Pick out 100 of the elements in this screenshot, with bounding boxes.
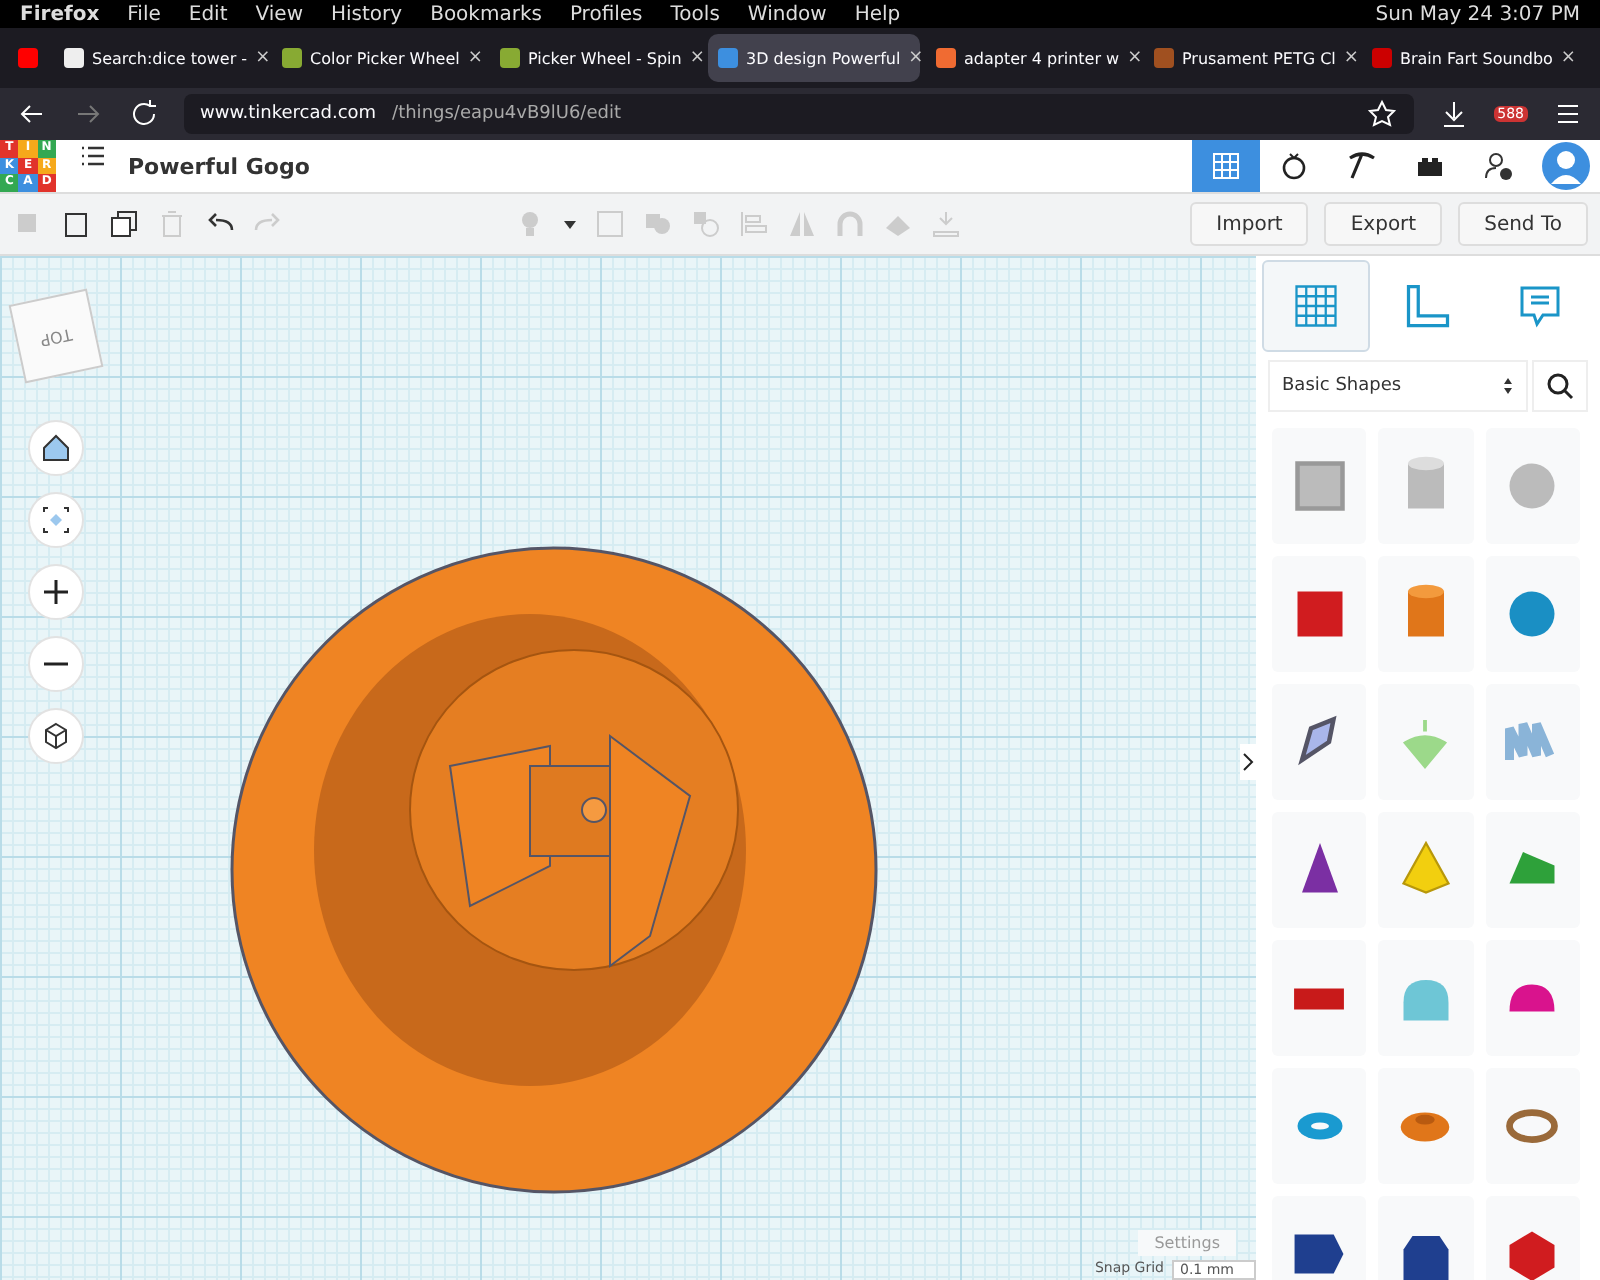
tab-title: 3D design Powerful bbox=[746, 49, 901, 67]
panel-tool-tab[interactable] bbox=[1262, 260, 1370, 352]
star-icon bbox=[1365, 98, 1398, 130]
home-view-button[interactable] bbox=[28, 420, 84, 476]
pickaxe-icon bbox=[1346, 150, 1378, 182]
browser-tab[interactable]: 3D design Powerful × bbox=[708, 34, 920, 82]
search-icon bbox=[1544, 370, 1576, 402]
clock: Sun May 24 3:07 PM bbox=[1375, 3, 1580, 25]
favicon-icon bbox=[282, 48, 302, 68]
shape-tile[interactable] bbox=[1378, 812, 1474, 928]
collapse-panel-icon[interactable] bbox=[1240, 744, 1256, 780]
shape-category-select[interactable]: Basic Shapes bbox=[1268, 360, 1528, 412]
toolbar-button[interactable]: Send To bbox=[1458, 202, 1588, 246]
shape-tile[interactable] bbox=[1272, 428, 1367, 544]
shape-tile[interactable] bbox=[1272, 1068, 1367, 1184]
grid-icon bbox=[1210, 150, 1242, 182]
shape-tile[interactable] bbox=[1378, 1068, 1474, 1184]
favicon-icon bbox=[1154, 48, 1174, 68]
spinning-top-icon bbox=[1402, 715, 1449, 769]
zoom-out-button[interactable] bbox=[28, 636, 84, 692]
fit-icon bbox=[40, 504, 72, 536]
shape-tile[interactable] bbox=[1485, 1196, 1580, 1280]
home-icon bbox=[40, 432, 72, 464]
wedge-shape-icon bbox=[1292, 1232, 1347, 1276]
browser-tab[interactable]: Color Picker Wheel × bbox=[272, 34, 484, 82]
shape-tile[interactable] bbox=[1378, 684, 1474, 800]
design-title[interactable]: Powerful Gogo bbox=[128, 153, 310, 179]
plus-icon bbox=[40, 576, 72, 608]
menu-item[interactable]: View bbox=[255, 3, 303, 25]
toolbar-button[interactable]: Export bbox=[1324, 202, 1443, 246]
close-tab-button[interactable]: × bbox=[908, 48, 924, 68]
workplane-icon bbox=[1290, 280, 1342, 332]
close-tab-button[interactable]: × bbox=[467, 48, 483, 68]
toolbar-button[interactable]: Import bbox=[1190, 202, 1309, 246]
magnet-icon bbox=[833, 208, 866, 240]
tab-title: Picker Wheel - Spin bbox=[528, 49, 682, 67]
browser-tab[interactable]: Search:dice tower - × bbox=[54, 34, 266, 82]
menu-item[interactable]: File bbox=[127, 3, 161, 25]
shape-tile[interactable] bbox=[1272, 556, 1367, 672]
align-icon bbox=[737, 208, 770, 240]
shape-tile[interactable] bbox=[1272, 940, 1367, 1056]
tab-title: Brain Fart Soundbo bbox=[1400, 49, 1553, 67]
search-button[interactable] bbox=[1532, 360, 1588, 412]
shape-tile[interactable] bbox=[1485, 1068, 1580, 1184]
favicon-icon bbox=[718, 48, 738, 68]
browser-tab[interactable]: Picker Wheel - Spin × bbox=[490, 34, 702, 82]
tab-title: adapter 4 printer w bbox=[964, 49, 1120, 67]
menu-item[interactable]: Bookmarks bbox=[430, 3, 542, 25]
menu-item[interactable]: Window bbox=[747, 3, 827, 25]
add-user-icon bbox=[1482, 150, 1514, 182]
tab-title: Search:dice tower - bbox=[92, 49, 248, 67]
tab-title: Prusament PETG Cl bbox=[1182, 49, 1336, 67]
close-tab-button[interactable]: × bbox=[255, 48, 271, 68]
cube-icon bbox=[40, 720, 72, 752]
menu-item[interactable]: Profiles bbox=[569, 3, 643, 25]
favicon-icon bbox=[500, 48, 520, 68]
figure-icon bbox=[1278, 150, 1310, 182]
duplicate-icon bbox=[108, 208, 140, 240]
shape-tile[interactable] bbox=[1272, 812, 1367, 928]
shapes-icon bbox=[641, 208, 674, 240]
close-tab-button[interactable]: × bbox=[1560, 48, 1576, 68]
shape-tile[interactable] bbox=[1378, 940, 1474, 1056]
close-tab-button[interactable]: × bbox=[1343, 48, 1359, 68]
menu-item[interactable]: Tools bbox=[670, 3, 720, 25]
shape-tile[interactable] bbox=[1272, 1196, 1367, 1280]
browser-tab[interactable]: Brain Fart Soundbo × bbox=[1362, 34, 1574, 82]
projection-button[interactable] bbox=[28, 708, 84, 764]
shape-tile[interactable] bbox=[1485, 684, 1580, 800]
group-icon bbox=[593, 208, 626, 240]
menu-item[interactable]: Help bbox=[854, 3, 901, 25]
shape-tile[interactable] bbox=[1378, 556, 1474, 672]
favicon-icon bbox=[18, 48, 38, 68]
disc-model-drawing[interactable] bbox=[230, 546, 878, 1194]
zoom-in-button[interactable] bbox=[28, 564, 84, 620]
shape-tile[interactable] bbox=[1485, 812, 1580, 928]
shape-tile[interactable] bbox=[1378, 428, 1474, 544]
browser-tab[interactable]: Prusament PETG Cl × bbox=[1144, 34, 1356, 82]
mirror-icon bbox=[785, 208, 818, 240]
menu-item[interactable]: History bbox=[331, 3, 403, 25]
favicon-icon bbox=[1372, 48, 1392, 68]
sort-arrows-icon bbox=[1502, 376, 1514, 396]
fit-view-button[interactable] bbox=[28, 492, 84, 548]
browser-tab[interactable]: adapter 4 printer w × bbox=[926, 34, 1138, 82]
menu-item[interactable]: Edit bbox=[188, 3, 228, 25]
shape-tile[interactable] bbox=[1378, 1196, 1474, 1280]
favicon-icon bbox=[64, 48, 84, 68]
note-icon bbox=[1516, 282, 1564, 330]
address-field[interactable]: www.tinkercad.com /things/eapu4vB9lU6/edit bbox=[184, 94, 1414, 134]
caret-icon bbox=[561, 219, 578, 229]
close-tab-button[interactable]: × bbox=[689, 48, 705, 68]
shape-tile[interactable] bbox=[1485, 428, 1580, 544]
shape-tile[interactable] bbox=[1485, 940, 1580, 1056]
close-tab-button[interactable]: × bbox=[1127, 48, 1143, 68]
drop-icon bbox=[929, 208, 962, 240]
shape-tile[interactable] bbox=[1272, 684, 1367, 800]
menu-item[interactable]: Firefox bbox=[20, 3, 100, 25]
favicon-icon bbox=[936, 48, 956, 68]
tab-title: Color Picker Wheel bbox=[310, 49, 460, 67]
shape-tile[interactable] bbox=[1485, 556, 1580, 672]
minus-icon bbox=[40, 662, 72, 666]
